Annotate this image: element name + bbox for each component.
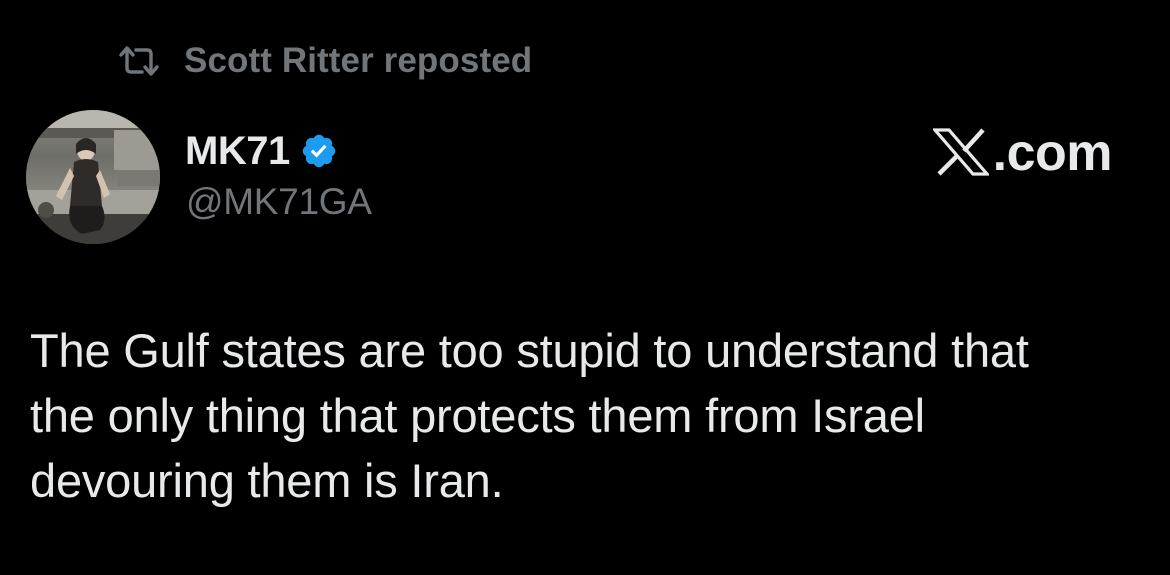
- author-name-row[interactable]: MK71: [185, 125, 340, 177]
- post-line: devouring them is Iran.: [30, 454, 504, 507]
- author-display-name[interactable]: MK71: [185, 129, 290, 174]
- author-handle[interactable]: @MK71GA: [186, 181, 372, 223]
- repost-indicator[interactable]: Scott Ritter reposted: [118, 38, 532, 84]
- post-body: The Gulf states are too stupid to unders…: [30, 318, 1150, 513]
- post-line: the only thing that protects them from I…: [30, 389, 925, 442]
- repost-icon: [118, 41, 162, 81]
- verified-badge-icon: [300, 131, 340, 171]
- avatar[interactable]: [26, 110, 160, 244]
- brand-suffix: .com: [992, 124, 1113, 182]
- x-logo-icon: [931, 128, 991, 176]
- post-line: The Gulf states are too stupid to unders…: [30, 324, 1029, 377]
- brand-watermark: .com: [931, 122, 1113, 183]
- repost-label: Scott Ritter reposted: [184, 41, 533, 80]
